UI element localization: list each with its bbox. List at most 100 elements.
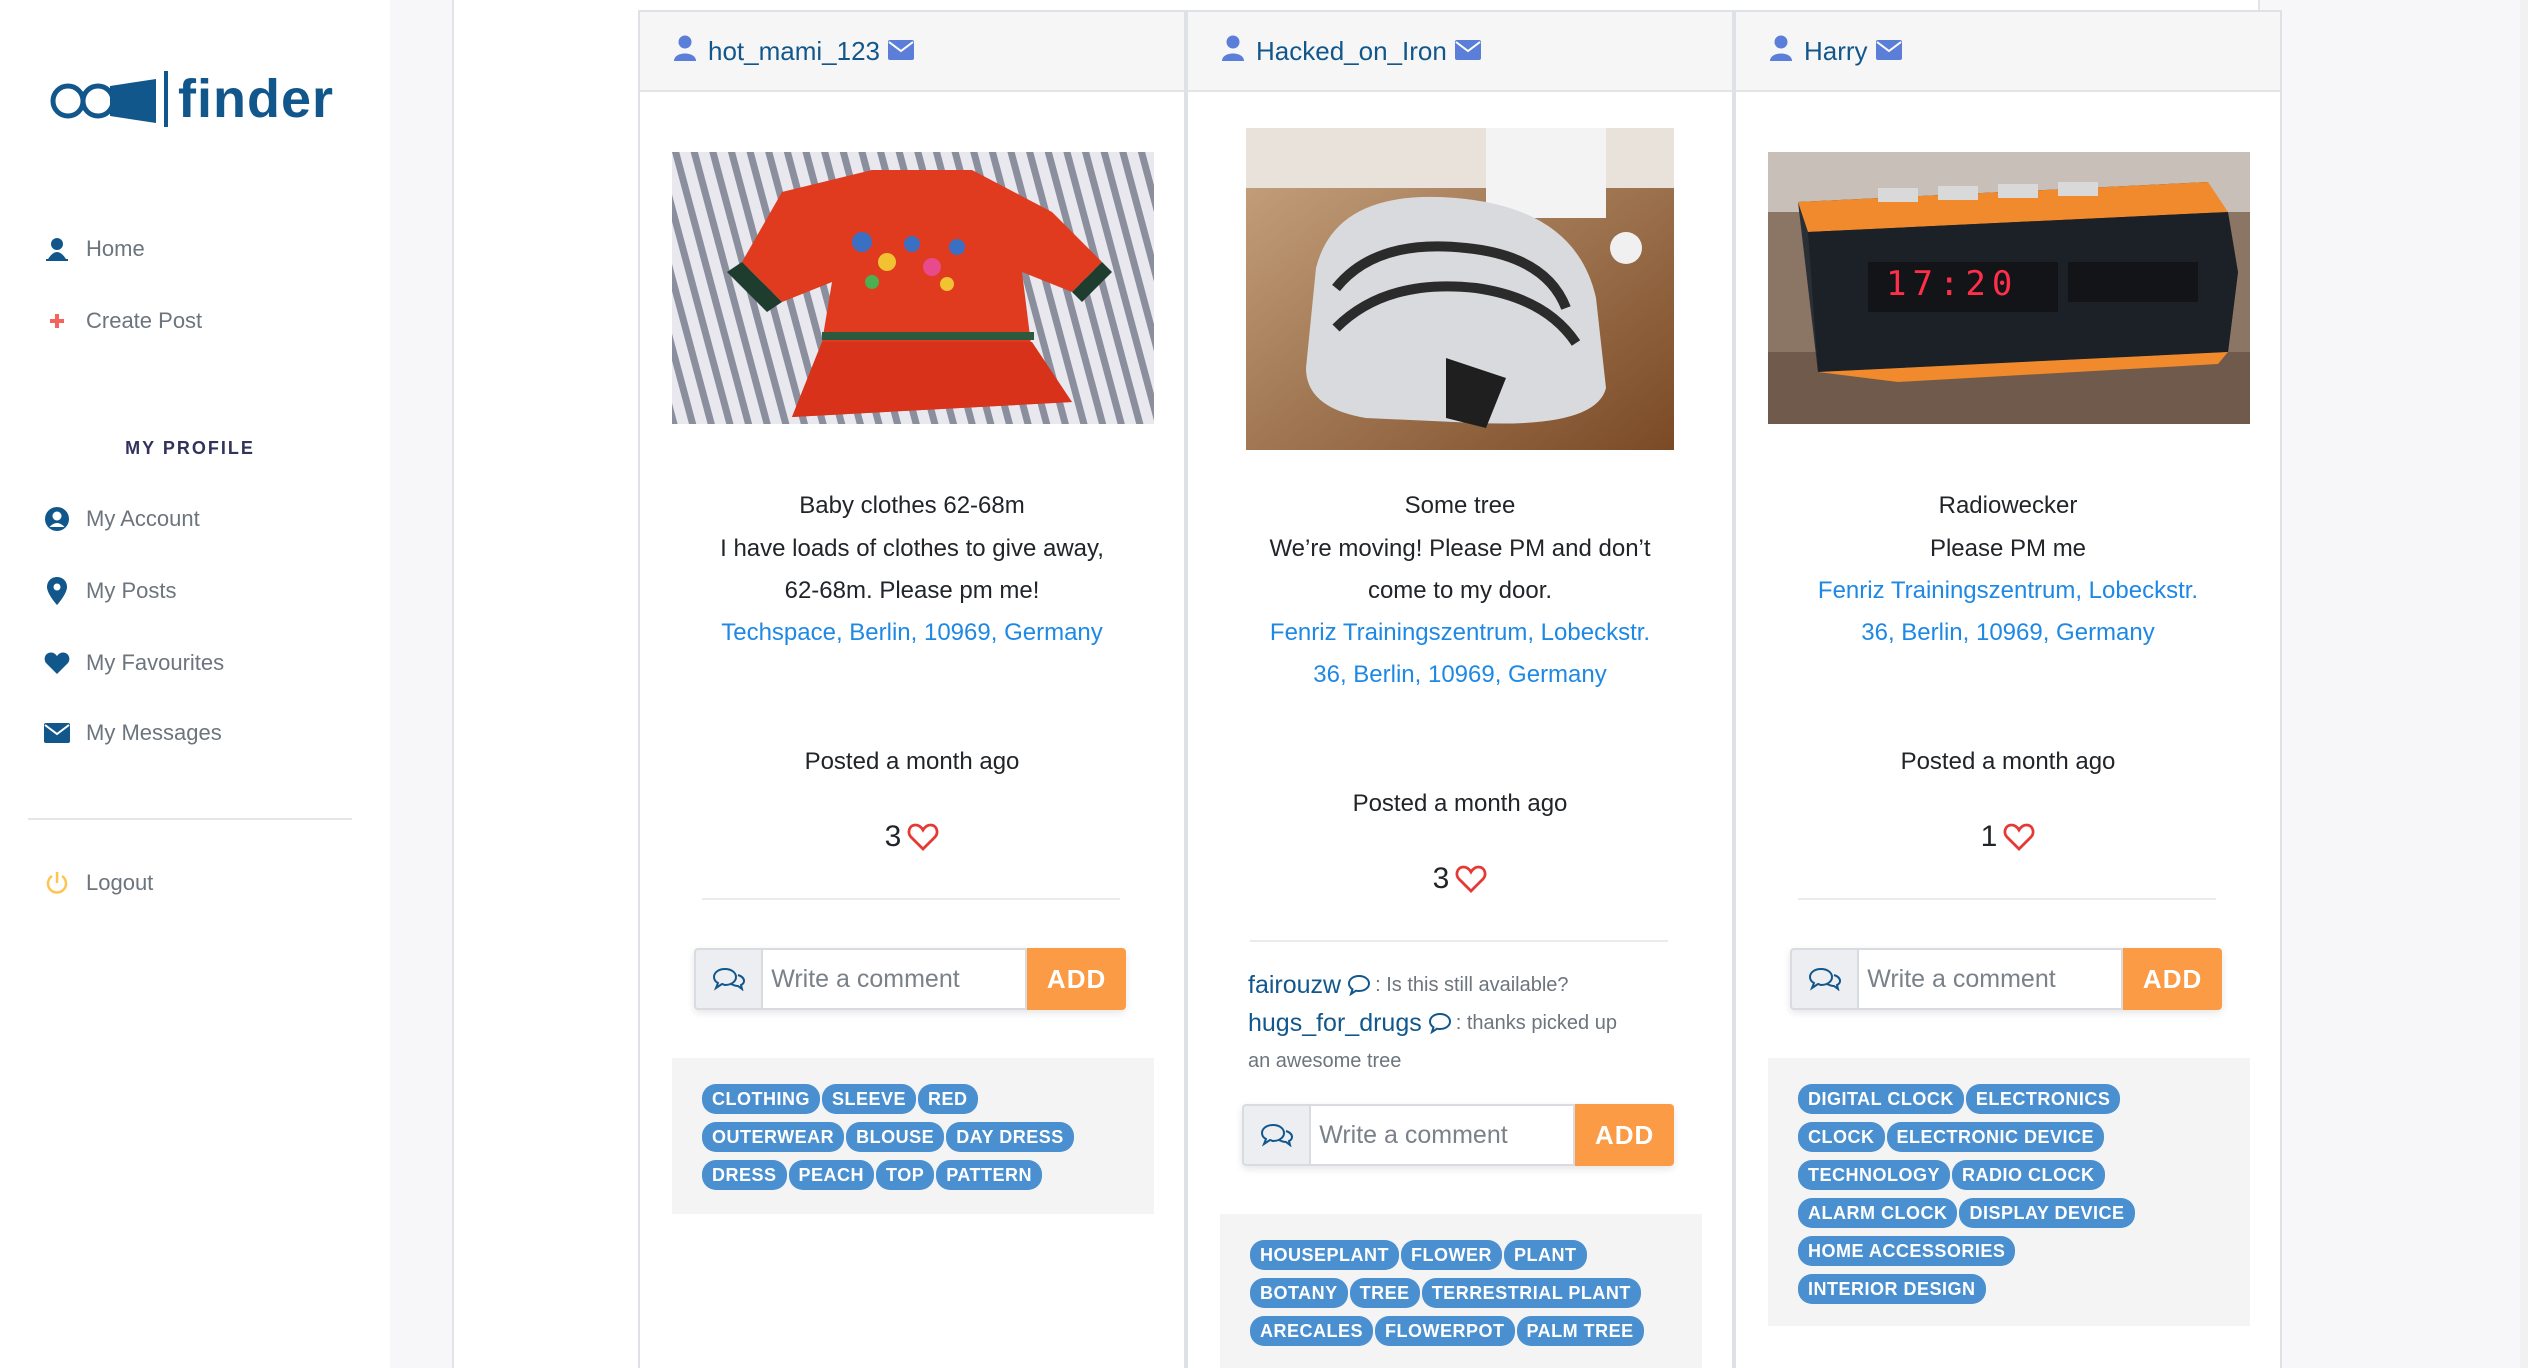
card-divider	[702, 898, 1120, 900]
nav-home[interactable]: Home	[40, 232, 145, 266]
card-divider	[1250, 940, 1668, 942]
heart-outline-icon[interactable]	[907, 822, 939, 852]
post-image-dress[interactable]	[672, 152, 1154, 424]
post-username[interactable]: hot_mami_123	[708, 36, 880, 67]
heart-outline-icon[interactable]	[2003, 822, 2035, 852]
tag: DRESS	[702, 1160, 787, 1190]
tag: OUTERWEAR	[702, 1122, 845, 1152]
user-icon	[1770, 35, 1792, 68]
comment-input[interactable]	[1857, 948, 2124, 1010]
comments-list: fairouzw : Is this still available? hugs…	[1248, 966, 1688, 1080]
sidebar: finder Home Create Post MY PROFILE My Ac…	[0, 0, 390, 1368]
post-card: hot_mami_123 Baby clothes 62-68m I have …	[638, 10, 1186, 1368]
tag-row: CLOCK ELECTRONIC DEVICE	[1798, 1122, 2250, 1152]
nav-create-post-label: Create Post	[86, 308, 203, 333]
user-icon	[674, 35, 696, 68]
nav-my-favourites-label: My Favourites	[86, 650, 225, 675]
tag: DAY DRESS	[946, 1122, 1074, 1152]
post-description-line: Please PM me	[1929, 535, 2087, 562]
nav-create-post[interactable]: Create Post	[40, 304, 202, 338]
binoculars-logo-icon	[50, 79, 156, 123]
tag: SLEEVE	[822, 1084, 917, 1114]
tag-row: DRESS PEACH TOP PATTERN	[702, 1160, 1154, 1190]
comment-username[interactable]: fairouzw	[1248, 966, 1341, 1004]
tags-area: CLOTHING SLEEVE RED OUTERWEAR BLOUSE DAY…	[672, 1058, 1154, 1214]
nav-my-favourites[interactable]: My Favourites	[40, 646, 224, 680]
speech-bubble-icon	[1428, 1012, 1452, 1034]
nav-my-account-label: My Account	[86, 506, 200, 531]
heart-outline-icon[interactable]	[1455, 864, 1487, 894]
tag: ELECTRONICS	[1965, 1084, 2121, 1114]
comment-form: ADD	[1790, 948, 2222, 1010]
comment-username[interactable]: hugs_for_drugs	[1248, 1004, 1422, 1042]
logo-divider	[164, 71, 168, 127]
tag: CLOCK	[1798, 1122, 1885, 1152]
nav-logout[interactable]: Logout	[40, 866, 153, 900]
post-username[interactable]: Hacked_on_Iron	[1256, 36, 1447, 67]
user-circle-icon	[40, 502, 74, 536]
comment-text: : Is this still available?	[1375, 974, 1569, 996]
tag-row: ALARM CLOCK DISPLAY DEVICE	[1798, 1198, 2250, 1228]
tag: HOME ACCESSORIES	[1798, 1236, 2016, 1266]
speech-bubble-icon	[1347, 974, 1371, 996]
post-title: Baby clothes 62-68m	[799, 492, 1025, 519]
envelope-icon	[40, 716, 74, 750]
tag-row: ARECALES FLOWERPOT PALM TREE	[1250, 1316, 1702, 1346]
tag: PALM TREE	[1516, 1316, 1644, 1346]
finder-logo[interactable]: finder	[48, 68, 334, 130]
comments-icon	[1790, 948, 1858, 1010]
tag-row: DIGITAL CLOCK ELECTRONICS	[1798, 1084, 2250, 1114]
tag: TERRESTRIAL PLANT	[1421, 1278, 1641, 1308]
tag: RADIO CLOCK	[1952, 1160, 2105, 1190]
posts-container: hot_mami_123 Baby clothes 62-68m I have …	[452, 0, 2282, 1368]
post-description-line: I have loads of clothes to give away,	[720, 535, 1104, 562]
nav-my-messages-label: My Messages	[86, 720, 222, 745]
plus-icon	[40, 304, 74, 338]
comment-text-continued: an awesome tree	[1248, 1050, 1402, 1072]
user-icon	[1222, 35, 1244, 68]
post-likes: 1	[1736, 820, 2280, 854]
post-image-alarm-clock[interactable]: 17:20	[1768, 152, 2250, 424]
post-description-line: We’re moving! Please PM and don’t	[1269, 535, 1651, 562]
add-comment-button[interactable]: ADD	[2123, 948, 2222, 1010]
envelope-icon[interactable]	[1454, 36, 1481, 67]
post-location-link[interactable]: Techspace, Berlin, 10969, Germany	[680, 612, 1144, 654]
nav-my-account[interactable]: My Account	[40, 502, 200, 536]
envelope-icon[interactable]	[1875, 36, 1902, 67]
comment-input[interactable]	[761, 948, 1028, 1010]
tag: ARECALES	[1250, 1316, 1374, 1346]
comment-item: fairouzw : Is this still available?	[1248, 966, 1688, 1004]
nav-my-messages[interactable]: My Messages	[40, 716, 222, 750]
post-title: Radiowecker	[1938, 492, 2078, 519]
post-location-line: Fenriz Trainingszentrum, Lobeckstr.	[1269, 619, 1651, 646]
heart-icon	[40, 646, 74, 680]
add-comment-button[interactable]: ADD	[1575, 1104, 1674, 1166]
page-scrollbar[interactable]	[2520, 0, 2528, 1368]
comment-input[interactable]	[1309, 1104, 1576, 1166]
logo-text: finder	[178, 69, 335, 129]
post-image-toaster[interactable]	[1246, 128, 1674, 450]
post-card-header: hot_mami_123	[640, 12, 1184, 92]
tag-row: INTERIOR DESIGN	[1798, 1274, 2250, 1304]
tag: RED	[918, 1084, 978, 1114]
post-title: Some tree	[1404, 492, 1516, 519]
post-description-line: come to my door.	[1367, 577, 1553, 604]
post-description-line: 62-68m. Please pm me!	[784, 577, 1040, 604]
post-location-link[interactable]: Fenriz Trainingszentrum, Lobeckstr. 36, …	[1228, 612, 1692, 696]
tag: INTERIOR DESIGN	[1798, 1274, 1986, 1304]
post-location-line: Techspace, Berlin, 10969, Germany	[721, 619, 1103, 646]
post-timestamp: Posted a month ago	[1900, 748, 2116, 775]
post-username[interactable]: Harry	[1804, 36, 1868, 67]
like-count: 3	[1432, 862, 1450, 895]
nav-my-posts[interactable]: My Posts	[40, 574, 176, 608]
post-location-link[interactable]: Fenriz Trainingszentrum, Lobeckstr. 36, …	[1776, 570, 2240, 654]
like-count: 1	[1980, 820, 1998, 853]
sidebar-divider	[28, 818, 352, 820]
my-profile-heading: MY PROFILE	[125, 438, 255, 458]
tag: ALARM CLOCK	[1798, 1198, 1958, 1228]
tag: FLOWER	[1401, 1240, 1503, 1270]
add-comment-button[interactable]: ADD	[1027, 948, 1126, 1010]
post-card: Harry 17:20 Radiowecker Please PM me Fen…	[1734, 10, 2282, 1368]
comment-item: hugs_for_drugs : thanks picked up	[1248, 1004, 1688, 1042]
envelope-icon[interactable]	[888, 36, 914, 67]
